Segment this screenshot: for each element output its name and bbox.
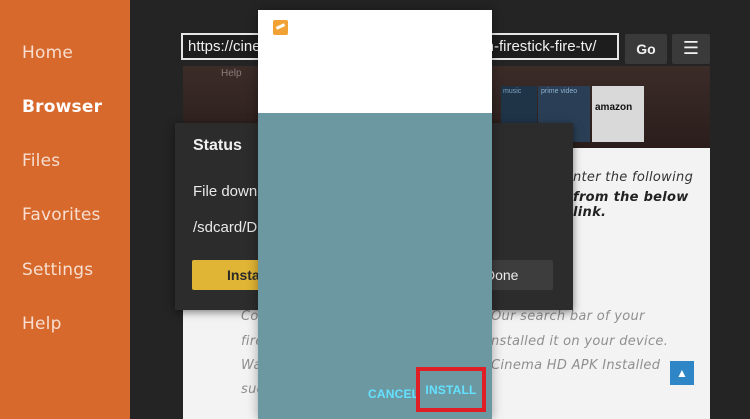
hero-tile-prime-label: prime video	[541, 88, 578, 95]
chevron-up-icon: ▲	[676, 366, 688, 380]
sidebar: Home Browser Files Favorites Settings He…	[0, 0, 130, 419]
web-text-line-1: nter the following	[573, 170, 694, 185]
menu-button[interactable]: ☰	[672, 34, 710, 64]
install-button[interactable]: INSTALL	[416, 367, 486, 412]
installer-dialog: CANCEL INSTALL	[258, 10, 492, 419]
cancel-button[interactable]: CANCEL	[368, 387, 419, 401]
app-icon	[273, 20, 288, 35]
hero-tile-music-label: music	[503, 88, 522, 95]
status-title: Status	[193, 137, 242, 154]
web-text-fragment-1: Co	[241, 309, 259, 324]
status-path: /sdcard/D	[193, 219, 258, 236]
scroll-to-top-button[interactable]: ▲	[670, 361, 694, 385]
status-message: File downl	[193, 183, 261, 200]
sidebar-item-help[interactable]: Help	[22, 314, 62, 334]
web-text-line-2: from the below link.	[573, 190, 689, 220]
web-text-line-3: Our search bar of your	[491, 309, 645, 324]
hero-tile-amazon-label: amazon	[595, 102, 633, 113]
sidebar-item-settings[interactable]: Settings	[22, 260, 93, 280]
web-text-line-5: Cinema HD APK Installed	[491, 358, 661, 373]
web-text-line-4: nstalled it on your device.	[491, 334, 669, 349]
hero-help-text: Help	[221, 68, 242, 79]
install-button-label: INSTALL	[425, 382, 477, 397]
hamburger-icon: ☰	[682, 38, 700, 58]
hero-tile-amazon: amazon	[592, 86, 644, 142]
sidebar-item-browser[interactable]: Browser	[22, 97, 102, 117]
sidebar-item-home[interactable]: Home	[22, 43, 73, 63]
sidebar-item-files[interactable]: Files	[22, 151, 60, 171]
installer-header	[258, 10, 492, 113]
sidebar-item-favorites[interactable]: Favorites	[22, 205, 101, 225]
go-button[interactable]: Go	[625, 34, 667, 64]
